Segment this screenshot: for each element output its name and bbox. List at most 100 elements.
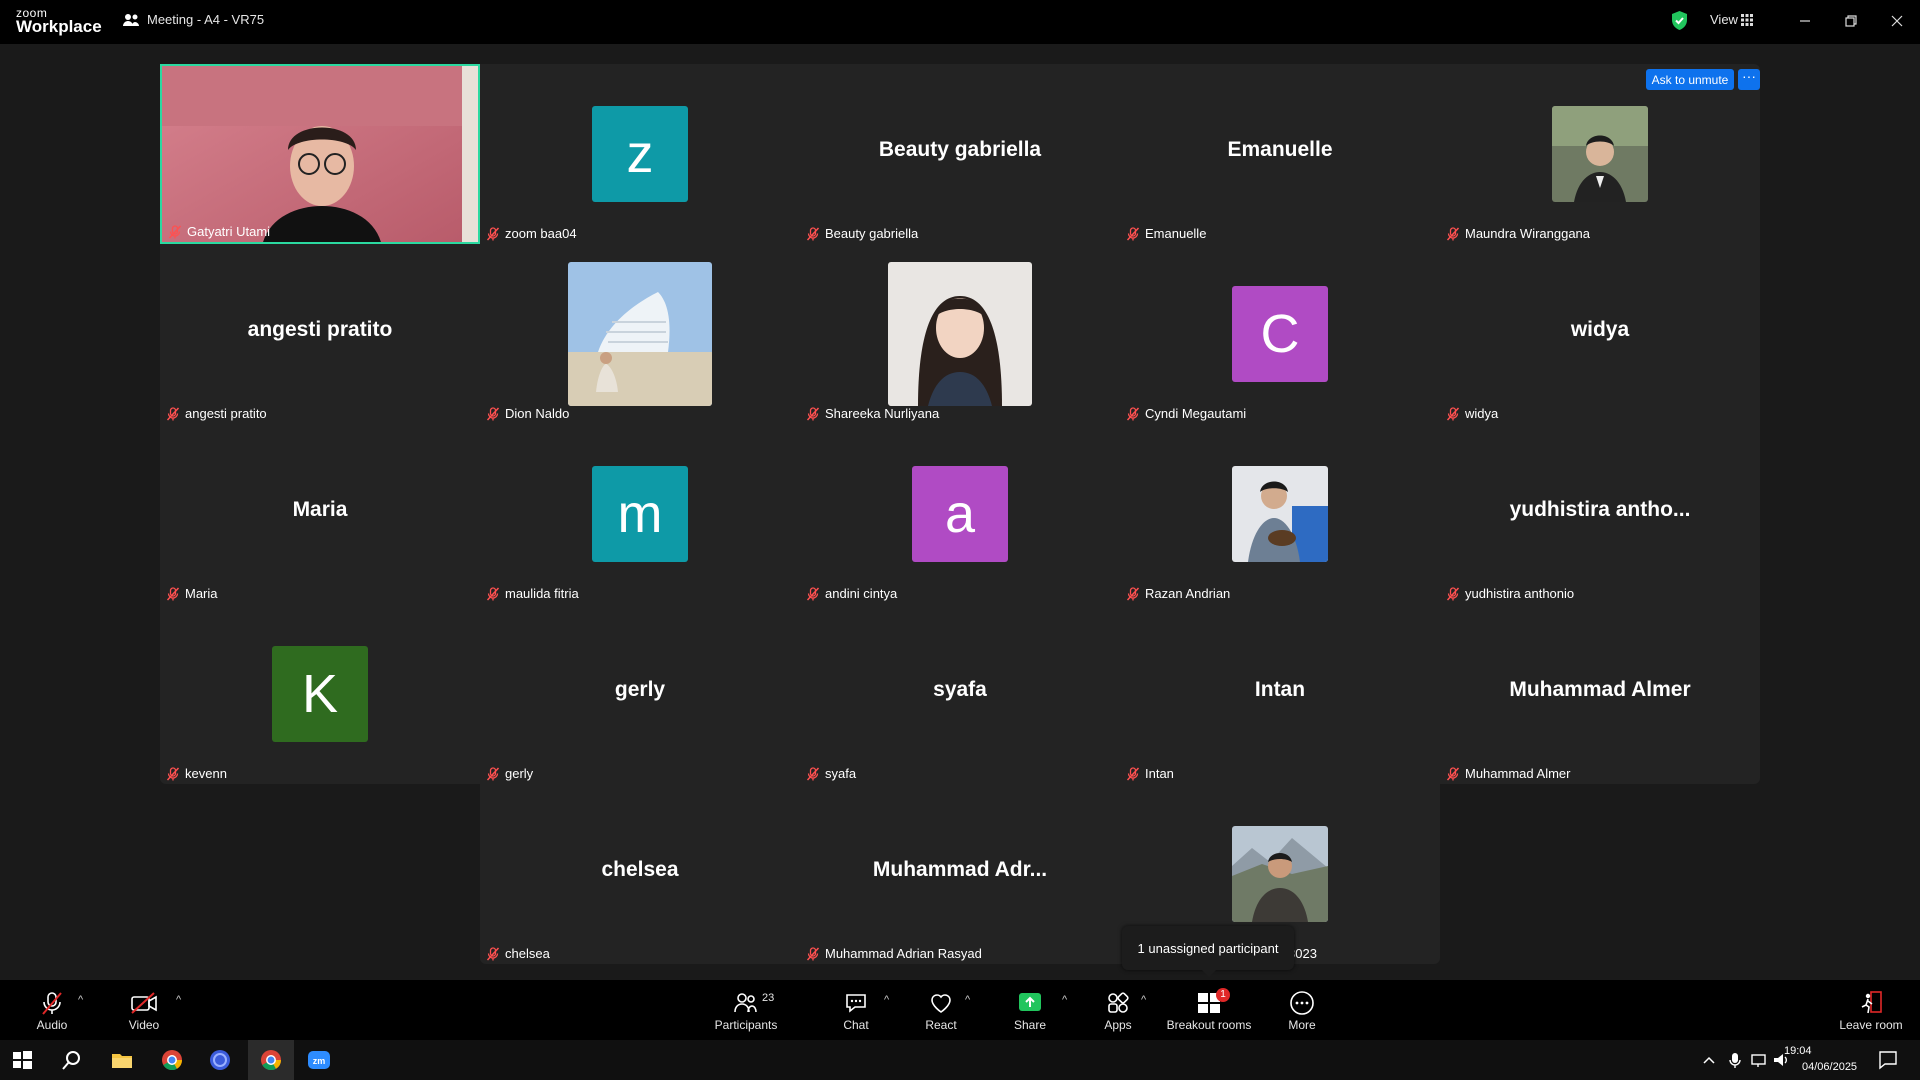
mic-muted-icon [1126, 407, 1140, 421]
chat-button[interactable]: Chat [835, 980, 877, 1040]
breakout-rooms-button[interactable]: Breakout rooms [1164, 980, 1254, 1040]
participant-tile[interactable]: widya widya [1440, 244, 1760, 424]
participants-icon [734, 993, 757, 1013]
zoom-app-icon[interactable]: zm [307, 1048, 331, 1072]
close-icon[interactable] [1885, 9, 1909, 33]
share-button[interactable]: Share [1008, 980, 1052, 1040]
participant-tile[interactable]: gerly gerly [480, 604, 800, 784]
participant-name: widya [1446, 406, 1498, 421]
participant-tile[interactable]: Beauty gabriella Beauty gabriella [800, 64, 1120, 244]
participant-tile[interactable]: Maria Maria [160, 424, 480, 604]
participant-name: Muhammad Adrian Rasyad [806, 946, 982, 961]
share-options-chevron-icon[interactable]: ^ [1062, 994, 1067, 1006]
participant-name: kevenn [166, 766, 227, 781]
breakout-badge: 1 [1216, 988, 1230, 1002]
video-options-chevron-icon[interactable]: ^ [176, 994, 181, 1006]
clock-time[interactable]: 19:04 [1784, 1045, 1812, 1057]
mic-muted-icon [1446, 767, 1460, 781]
mic-muted-icon [486, 947, 500, 961]
minimize-icon[interactable] [1793, 9, 1817, 33]
participant-display-name: widya [1570, 318, 1630, 341]
participant-name: Razan Andrian [1126, 586, 1230, 601]
mic-muted-icon [166, 407, 180, 421]
participants-count: 23 [762, 992, 775, 1004]
participant-name: Beauty gabriella [806, 226, 918, 241]
mic-muted-icon [166, 767, 180, 781]
participant-avatar: a [912, 466, 1008, 562]
apps-button[interactable]: Apps [1096, 980, 1140, 1040]
grid-view-icon[interactable] [1741, 14, 1753, 26]
app-logo-bottom: Workplace [16, 17, 102, 36]
participant-display-name: syafa [933, 678, 987, 701]
participant-tile[interactable]: Muhammad Almer Muhammad Almer [1440, 604, 1760, 784]
react-options-chevron-icon[interactable]: ^ [965, 994, 970, 1006]
participant-tile[interactable]: Shareeka Nurliyana [800, 244, 1120, 424]
mic-muted-icon [806, 587, 820, 601]
notifications-icon[interactable] [1876, 1048, 1900, 1072]
participant-photo [1232, 826, 1328, 922]
participant-tile[interactable]: yudhistira antho... yudhistira anthonio [1440, 424, 1760, 604]
ask-to-unmute-button[interactable]: Ask to unmute [1646, 69, 1734, 90]
browser-icon[interactable] [208, 1048, 232, 1072]
audio-button[interactable]: Audio [28, 980, 76, 1040]
participant-tile[interactable]: C Cyndi Megautami [1120, 244, 1440, 424]
network-icon[interactable] [1750, 1048, 1768, 1072]
file-explorer-icon[interactable] [110, 1048, 134, 1072]
participant-tile[interactable]: a andini cintya [800, 424, 1120, 604]
participant-name: gerly [486, 766, 533, 781]
chevron-up-icon[interactable] [1702, 1048, 1716, 1072]
chat-icon [846, 994, 866, 1013]
unassigned-participant-tooltip: 1 unassigned participant [1122, 926, 1294, 977]
participant-name: Cyndi Megautami [1126, 406, 1246, 421]
mic-muted-icon [486, 587, 500, 601]
participant-tile[interactable]: z zoom baa04 [480, 64, 800, 244]
participant-tile[interactable]: Dion Naldo [480, 244, 800, 424]
view-button[interactable]: View [1710, 12, 1738, 27]
participant-avatar: C [1232, 286, 1328, 382]
mic-muted-icon [1446, 407, 1460, 421]
participant-name: Intan [1126, 766, 1174, 781]
participants-button[interactable]: Participants [705, 980, 787, 1040]
participant-tile[interactable]: angesti pratito angesti pratito [160, 244, 480, 424]
mic-muted-icon [1126, 227, 1140, 241]
participant-tile[interactable]: m maulida fitria [480, 424, 800, 604]
participant-tile[interactable]: Razan Andrian [1120, 424, 1440, 604]
participant-display-name: Intan [1254, 678, 1306, 701]
restore-icon[interactable] [1839, 9, 1863, 33]
participant-display-name: Muhammad Adr... [872, 858, 1048, 881]
leave-room-button[interactable]: Leave room [1836, 980, 1906, 1040]
audio-options-chevron-icon[interactable]: ^ [78, 994, 83, 1006]
participant-tile[interactable]: Maundra Wiranggana [1440, 64, 1760, 244]
participant-display-name: chelsea [601, 858, 679, 881]
participant-name: Maundra Wiranggana [1446, 226, 1590, 241]
windows-start-icon[interactable] [10, 1048, 34, 1072]
participant-name: zoom baa04 [486, 226, 577, 241]
chrome-icon[interactable] [160, 1048, 184, 1072]
apps-icon [1108, 992, 1129, 1013]
participant-tile[interactable]: chelsea chelsea [480, 784, 800, 964]
participant-avatar: z [592, 106, 688, 202]
clock-date[interactable]: 04/06/2025 [1802, 1061, 1857, 1073]
participant-photo [1552, 106, 1648, 202]
react-button[interactable]: React [919, 980, 963, 1040]
participant-avatar: K [272, 646, 368, 742]
more-options-button[interactable]: ··· [1738, 69, 1760, 90]
participant-photo [888, 262, 1032, 406]
meeting-title: Meeting - A4 - VR75 [147, 12, 265, 27]
participant-name: Shareeka Nurliyana [806, 406, 939, 421]
mic-muted-icon [806, 227, 820, 241]
participant-tile[interactable]: Muhammad Adr... Muhammad Adrian Rasyad [800, 784, 1120, 964]
participant-tile[interactable]: K kevenn [160, 604, 480, 784]
chrome-profile-icon[interactable] [259, 1048, 283, 1072]
participant-tile[interactable]: syafa syafa [800, 604, 1120, 784]
shield-check-icon[interactable] [1671, 11, 1688, 30]
participant-tile[interactable]: Gatyatri Utami [160, 64, 480, 244]
search-icon[interactable] [60, 1048, 84, 1072]
microphone-icon[interactable] [1727, 1048, 1743, 1072]
more-button[interactable]: More [1282, 980, 1322, 1040]
video-button[interactable]: Video [120, 980, 168, 1040]
chat-options-chevron-icon[interactable]: ^ [884, 994, 889, 1006]
apps-options-chevron-icon[interactable]: ^ [1141, 994, 1146, 1006]
participant-tile[interactable]: Emanuelle Emanuelle [1120, 64, 1440, 244]
participant-tile[interactable]: Intan Intan [1120, 604, 1440, 784]
